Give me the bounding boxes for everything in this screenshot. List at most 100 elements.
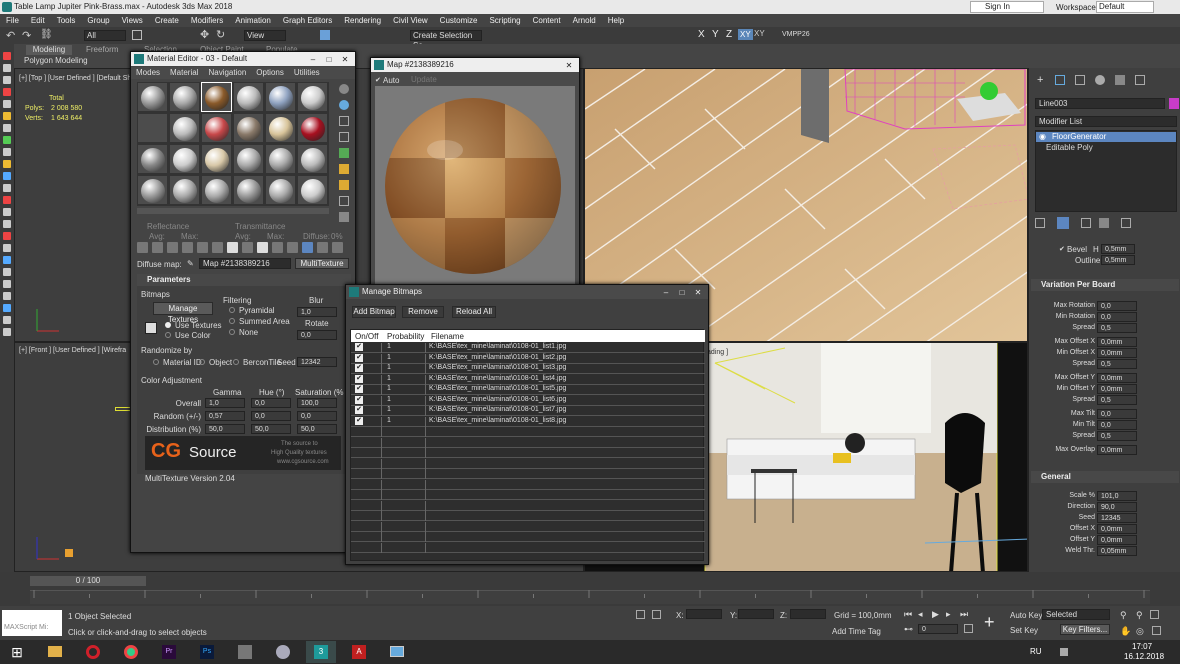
col-probability[interactable]: Probability bbox=[387, 332, 424, 341]
left-tool-icon[interactable] bbox=[3, 232, 11, 240]
background-icon[interactable] bbox=[339, 116, 349, 126]
param-spinner[interactable]: 0,0mm bbox=[1097, 445, 1137, 455]
clock-time[interactable]: 17:07 bbox=[1132, 642, 1152, 651]
menu-content[interactable]: Content bbox=[527, 14, 567, 27]
table-row[interactable] bbox=[351, 437, 705, 448]
video-check-icon[interactable] bbox=[339, 148, 349, 158]
selected-dropdown[interactable]: Selected bbox=[1042, 609, 1110, 620]
window-app-icon[interactable] bbox=[382, 641, 412, 663]
select-by-material-icon[interactable] bbox=[339, 196, 349, 206]
close-button[interactable]: ✕ bbox=[337, 54, 353, 65]
variation-rollout-header[interactable]: Variation Per Board bbox=[1031, 279, 1179, 291]
chrome-app-icon[interactable] bbox=[116, 641, 146, 663]
saturation-spinner[interactable]: 0,0 bbox=[297, 411, 337, 421]
object-name-field[interactable]: Line003 bbox=[1035, 98, 1165, 109]
param-spinner[interactable]: 0,5 bbox=[1097, 323, 1137, 333]
ribbon-sub-label[interactable]: Polygon Modeling bbox=[24, 56, 88, 66]
material-slot[interactable] bbox=[233, 82, 264, 112]
tab-freeform[interactable]: Freeform bbox=[86, 45, 118, 55]
param-spinner[interactable]: 0,0mm bbox=[1097, 373, 1137, 383]
bm-maximize-button[interactable]: □ bbox=[674, 287, 690, 298]
probability-cell[interactable]: 1 bbox=[387, 406, 391, 413]
probability-cell[interactable]: 1 bbox=[387, 385, 391, 392]
set-key-big-icon[interactable]: + bbox=[984, 612, 995, 633]
maximize-viewport-icon[interactable] bbox=[1152, 626, 1161, 635]
filename-cell[interactable]: K:\BASE\tex_mine\laminat\0108-01_list7.j… bbox=[429, 406, 566, 413]
selection-filter[interactable]: All bbox=[84, 30, 126, 41]
param-spinner[interactable]: 0,05mm bbox=[1097, 546, 1137, 556]
key-filters-button[interactable]: Key Filters... bbox=[1060, 624, 1110, 635]
gamma-spinner[interactable]: 50,0 bbox=[205, 424, 245, 434]
material-slot[interactable] bbox=[297, 113, 328, 143]
view-dropdown[interactable]: View bbox=[244, 30, 286, 41]
left-tool-icon[interactable] bbox=[3, 292, 11, 300]
material-slot[interactable] bbox=[169, 144, 200, 174]
hue-spinner[interactable]: 50,0 bbox=[251, 424, 291, 434]
left-tool-icon[interactable] bbox=[3, 172, 11, 180]
material-slot[interactable] bbox=[137, 82, 168, 112]
me-menu-modes[interactable]: Modes bbox=[131, 67, 165, 79]
make-unique-icon[interactable] bbox=[1081, 218, 1091, 228]
me-tool-icon[interactable] bbox=[302, 242, 313, 253]
workspace-dropdown[interactable]: Default bbox=[1096, 1, 1154, 13]
language-indicator[interactable]: RU bbox=[1030, 647, 1042, 656]
prev-frame-icon[interactable]: ◂ bbox=[918, 609, 923, 620]
material-slot[interactable] bbox=[265, 144, 296, 174]
hue-spinner[interactable]: 0,0 bbox=[251, 398, 291, 408]
menu-modifiers[interactable]: Modifiers bbox=[185, 14, 229, 27]
play-icon[interactable]: ▶ bbox=[932, 609, 939, 620]
select-icon[interactable] bbox=[132, 30, 142, 40]
param-spinner[interactable]: 0,0mm bbox=[1097, 337, 1137, 347]
add-time-tag[interactable]: Add Time Tag bbox=[832, 627, 881, 636]
display-tab-icon[interactable] bbox=[1115, 75, 1125, 85]
table-row[interactable] bbox=[351, 458, 705, 469]
zoom-icon[interactable]: ⚲ bbox=[1120, 610, 1127, 621]
time-config-icon[interactable] bbox=[964, 624, 973, 633]
bm-minimize-button[interactable]: – bbox=[658, 287, 674, 298]
left-tool-icon[interactable] bbox=[3, 160, 11, 168]
slot-scrollbar[interactable] bbox=[137, 208, 329, 214]
param-spinner[interactable]: 0,5 bbox=[1097, 395, 1137, 405]
onoff-checkbox[interactable]: ✔ bbox=[355, 406, 363, 414]
onoff-checkbox[interactable]: ✔ bbox=[355, 374, 363, 383]
filename-cell[interactable]: K:\BASE\tex_mine\laminat\0108-01_list4.j… bbox=[429, 375, 566, 382]
rotate-icon[interactable]: ↻ bbox=[216, 28, 225, 41]
material-slot[interactable] bbox=[137, 144, 168, 174]
next-frame-icon[interactable]: ▸ bbox=[946, 609, 951, 620]
blur-spinner[interactable]: 1,0 bbox=[297, 307, 337, 317]
left-tool-icon[interactable] bbox=[3, 328, 11, 336]
menu-arnold[interactable]: Arnold bbox=[567, 14, 602, 27]
table-row[interactable]: ✔ 1 K:\BASE\tex_mine\laminat\0108-01_list1… bbox=[351, 343, 705, 353]
material-slot[interactable] bbox=[233, 113, 264, 143]
eye-icon[interactable]: ◉ bbox=[1039, 132, 1046, 141]
table-row[interactable] bbox=[351, 490, 705, 500]
object-color-swatch[interactable] bbox=[1169, 98, 1179, 109]
material-slot[interactable] bbox=[137, 175, 168, 205]
table-row[interactable] bbox=[351, 469, 705, 479]
map-name-field[interactable]: Map #2138389216 bbox=[199, 258, 291, 269]
left-tool-icon[interactable] bbox=[3, 148, 11, 156]
color-swatch[interactable] bbox=[145, 322, 157, 334]
filename-cell[interactable]: K:\BASE\tex_mine\laminat\0108-01_list1.j… bbox=[429, 343, 566, 350]
left-tool-icon[interactable] bbox=[3, 112, 11, 120]
hierarchy-tab-icon[interactable] bbox=[1075, 75, 1085, 85]
material-slot[interactable] bbox=[169, 113, 200, 143]
stack-item-floorgenerator[interactable]: FloorGenerator bbox=[1036, 132, 1176, 142]
menu-help[interactable]: Help bbox=[602, 14, 630, 27]
table-row[interactable]: ✔ 1 K:\BASE\tex_mine\laminat\0108-01_list4… bbox=[351, 374, 705, 385]
move-icon[interactable]: ✥ bbox=[200, 28, 209, 41]
param-spinner[interactable]: 0,5 bbox=[1097, 431, 1137, 441]
param-spinner[interactable]: 0,0 bbox=[1097, 301, 1137, 311]
stack-item-editable-poly[interactable]: Editable Poly bbox=[1036, 143, 1176, 153]
table-row[interactable]: ✔ 1 K:\BASE\tex_mine\laminat\0108-01_list2… bbox=[351, 353, 705, 364]
selection-set-dropdown[interactable]: Create Selection Se bbox=[410, 30, 482, 50]
utilities-tab-icon[interactable] bbox=[1135, 75, 1145, 85]
menu-group[interactable]: Group bbox=[81, 14, 115, 27]
menu-scripting[interactable]: Scripting bbox=[483, 14, 526, 27]
viewport-camera-label[interactable]: ading ] bbox=[707, 349, 728, 356]
param-spinner[interactable]: 0,0 bbox=[1097, 420, 1137, 430]
left-tool-icon[interactable] bbox=[3, 196, 11, 204]
snap-icon[interactable] bbox=[320, 30, 330, 40]
table-row[interactable]: ✔ 1 K:\BASE\tex_mine\laminat\0108-01_list5… bbox=[351, 385, 705, 395]
param-spinner[interactable]: 90,0 bbox=[1097, 502, 1137, 512]
